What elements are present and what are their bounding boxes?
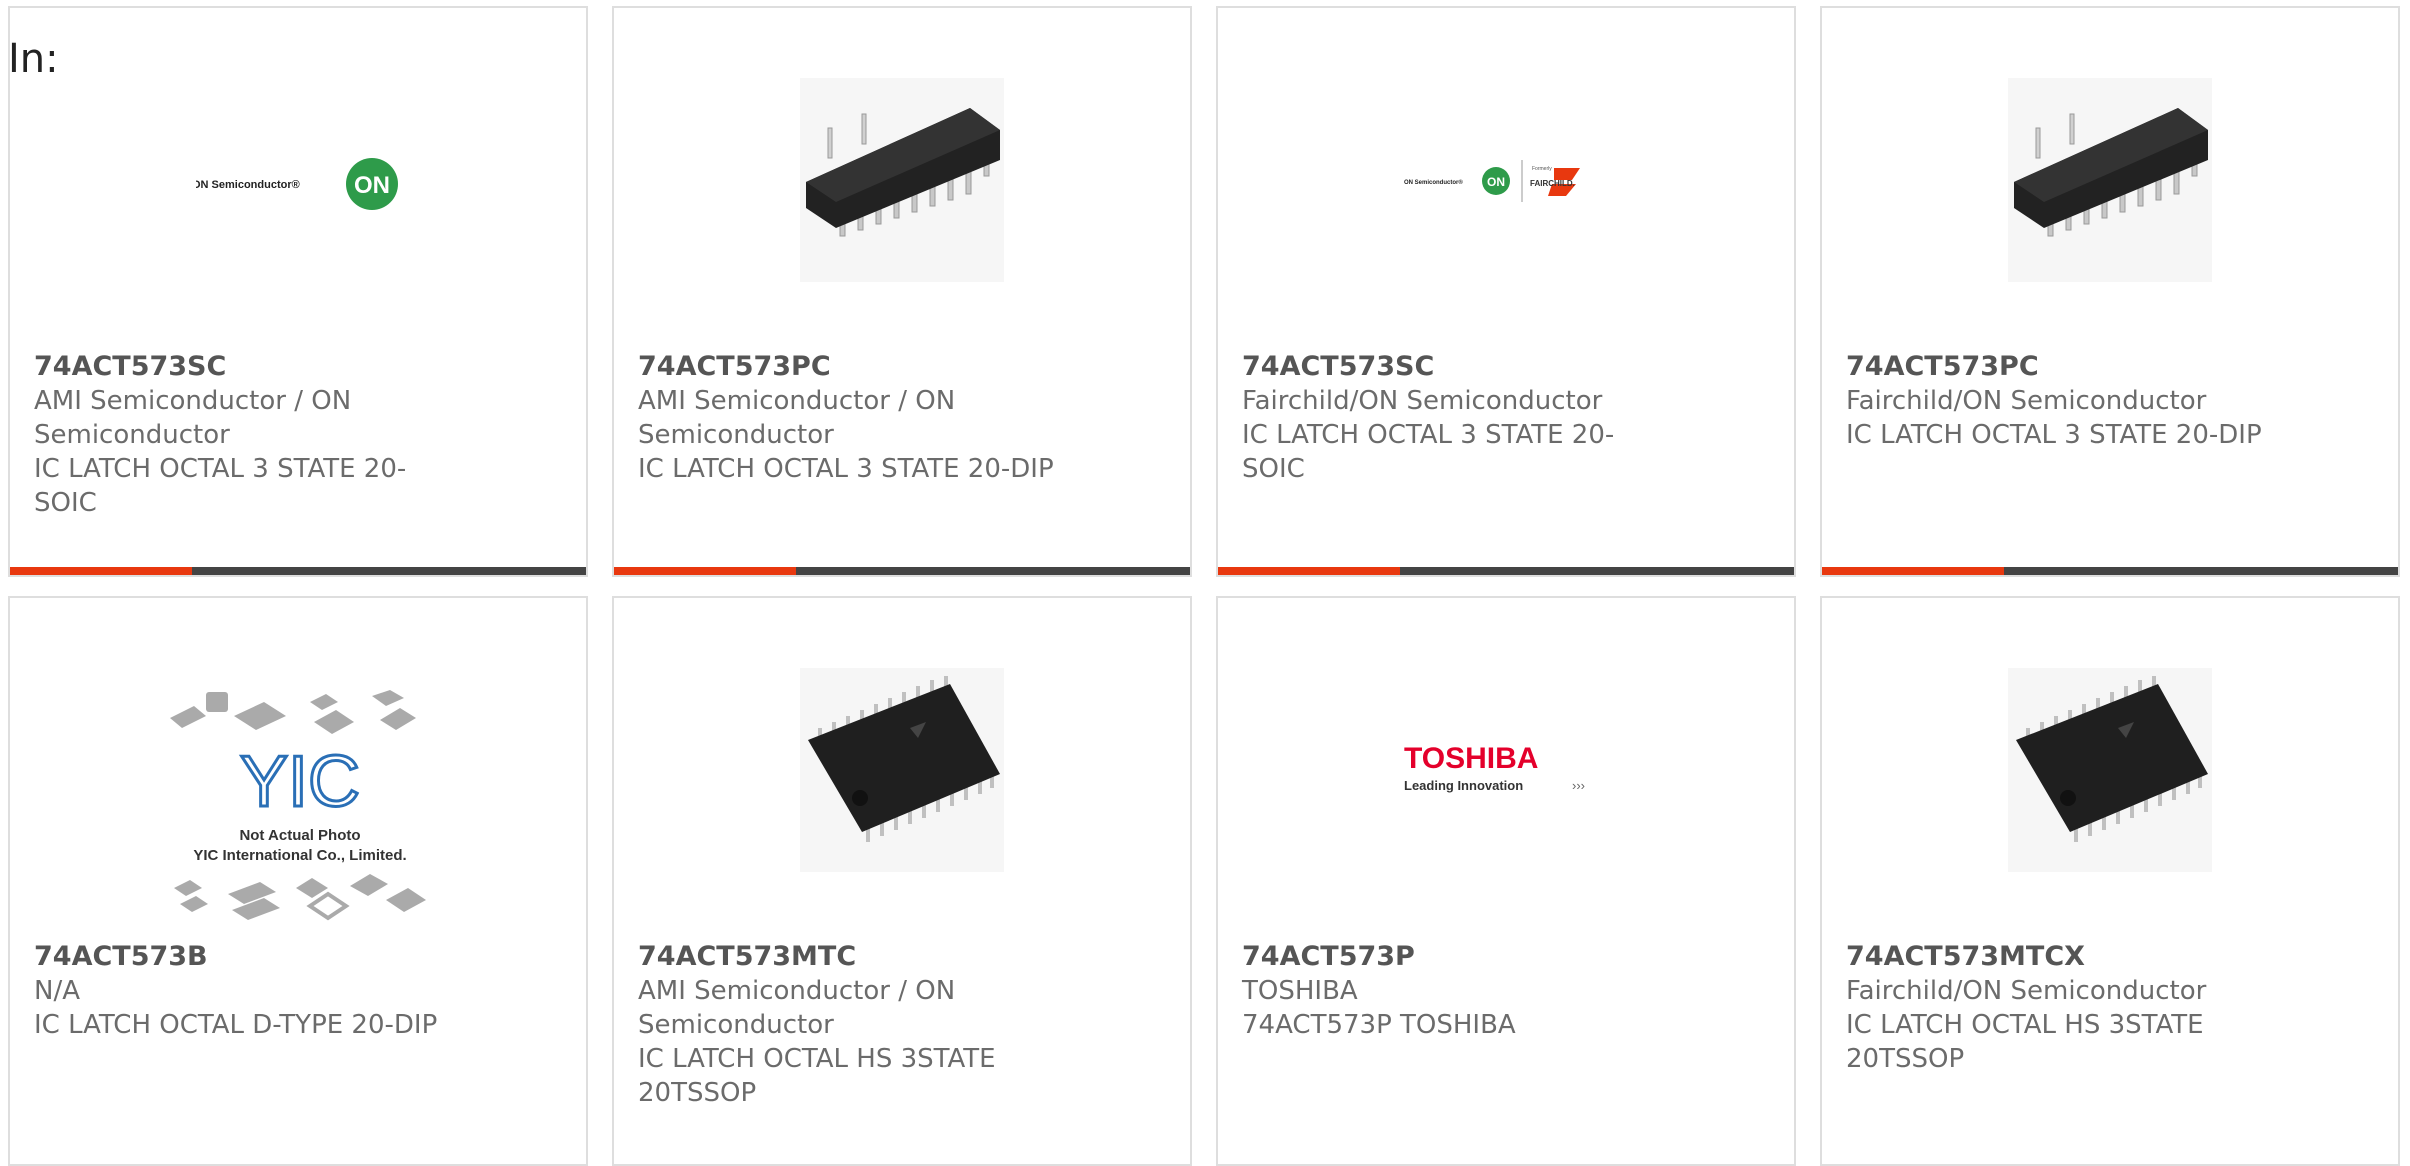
product-card[interactable]: ON Semiconductor® ON 74ACT573SC AMI Semi… [8, 6, 588, 577]
svg-text:Not Actual Photo: Not Actual Photo [239, 827, 360, 844]
description: IC LATCH OCTAL D-TYPE 20-DIP [34, 1010, 438, 1040]
description: IC LATCH OCTAL 3 STATE 20-DIP [1846, 420, 2262, 450]
toshiba-logo: TOSHIBA Leading Innovation ››› [1404, 668, 1608, 872]
dip-chip-image [800, 78, 1004, 282]
filter-label: In: [8, 36, 59, 82]
svg-text:FAIRCHILD.: FAIRCHILD. [1530, 179, 1575, 188]
dip-chip-image [2008, 78, 2212, 282]
svg-text:TOSHIBA: TOSHIBA [1404, 742, 1538, 775]
manufacturer: Fairchild/ON Semiconductor [1846, 386, 2207, 416]
description: 74ACT573P TOSHIBA [1242, 1010, 1516, 1040]
manufacturer: Fairchild/ON Semiconductor [1846, 976, 2207, 1006]
product-card[interactable]: YIC Not Actual Photo YIC International C… [8, 596, 588, 1166]
svg-text:ON Semiconductor®: ON Semiconductor® [196, 179, 300, 191]
on-fairchild-logo: ON Semiconductor® ON Formerly FAIRCHILD. [1404, 78, 1608, 282]
svg-text:YIC: YIC [240, 742, 360, 822]
product-card[interactable]: 74ACT573MTCX Fairchild/ON Semiconductor … [1820, 596, 2400, 1166]
part-number-link[interactable]: 74ACT573SC [34, 350, 454, 384]
card-bottom-bar [10, 567, 586, 575]
card-bottom-bar [1218, 567, 1794, 575]
part-number-link[interactable]: 74ACT573PC [1846, 350, 2266, 384]
description: IC LATCH OCTAL HS 3STATE 20TSSOP [1846, 1010, 2204, 1074]
svg-text:YIC International Co., Limited: YIC International Co., Limited. [193, 847, 406, 864]
svg-text:›››: ››› [1572, 778, 1585, 793]
svg-text:Leading Innovation: Leading Innovation [1404, 778, 1523, 793]
yic-placeholder-image: YIC Not Actual Photo YIC International C… [160, 688, 440, 928]
part-number-link[interactable]: 74ACT573P [1242, 940, 1662, 974]
product-card[interactable]: 74ACT573PC Fairchild/ON Semiconductor IC… [1820, 6, 2400, 577]
tssop-chip-image [800, 668, 1004, 872]
on-semiconductor-logo: ON Semiconductor® ON [196, 78, 400, 282]
manufacturer: Fairchild/ON Semiconductor [1242, 386, 1603, 416]
svg-text:ON Semiconductor®: ON Semiconductor® [1404, 179, 1463, 186]
part-number-link[interactable]: 74ACT573MTC [638, 940, 1058, 974]
product-card[interactable]: TOSHIBA Leading Innovation ››› 74ACT573P… [1216, 596, 1796, 1166]
part-number-link[interactable]: 74ACT573B [34, 940, 454, 974]
product-card[interactable]: ON Semiconductor® ON Formerly FAIRCHILD.… [1216, 6, 1796, 577]
svg-text:Formerly: Formerly [1532, 166, 1552, 172]
manufacturer: TOSHIBA [1242, 976, 1358, 1006]
part-number-link[interactable]: 74ACT573SC [1242, 350, 1662, 384]
manufacturer: AMI Semiconductor / ON Semiconductor [34, 386, 352, 450]
card-bottom-bar [1822, 567, 2398, 575]
manufacturer: AMI Semiconductor / ON Semiconductor [638, 386, 956, 450]
manufacturer: AMI Semiconductor / ON Semiconductor [638, 976, 956, 1040]
description: IC LATCH OCTAL 3 STATE 20-SOIC [1242, 420, 1615, 484]
description: IC LATCH OCTAL HS 3STATE 20TSSOP [638, 1044, 996, 1108]
part-number-link[interactable]: 74ACT573PC [638, 350, 1058, 384]
svg-text:ON: ON [354, 172, 390, 199]
manufacturer: N/A [34, 976, 80, 1006]
svg-text:ON: ON [1487, 175, 1505, 189]
tssop-chip-image [2008, 668, 2212, 872]
card-bottom-bar [614, 567, 1190, 575]
product-card[interactable]: 74ACT573PC AMI Semiconductor / ON Semico… [612, 6, 1192, 577]
description: IC LATCH OCTAL 3 STATE 20-DIP [638, 454, 1054, 484]
description: IC LATCH OCTAL 3 STATE 20-SOIC [34, 454, 407, 518]
product-card[interactable]: 74ACT573MTC AMI Semiconductor / ON Semic… [612, 596, 1192, 1166]
part-number-link[interactable]: 74ACT573MTCX [1846, 940, 2266, 974]
